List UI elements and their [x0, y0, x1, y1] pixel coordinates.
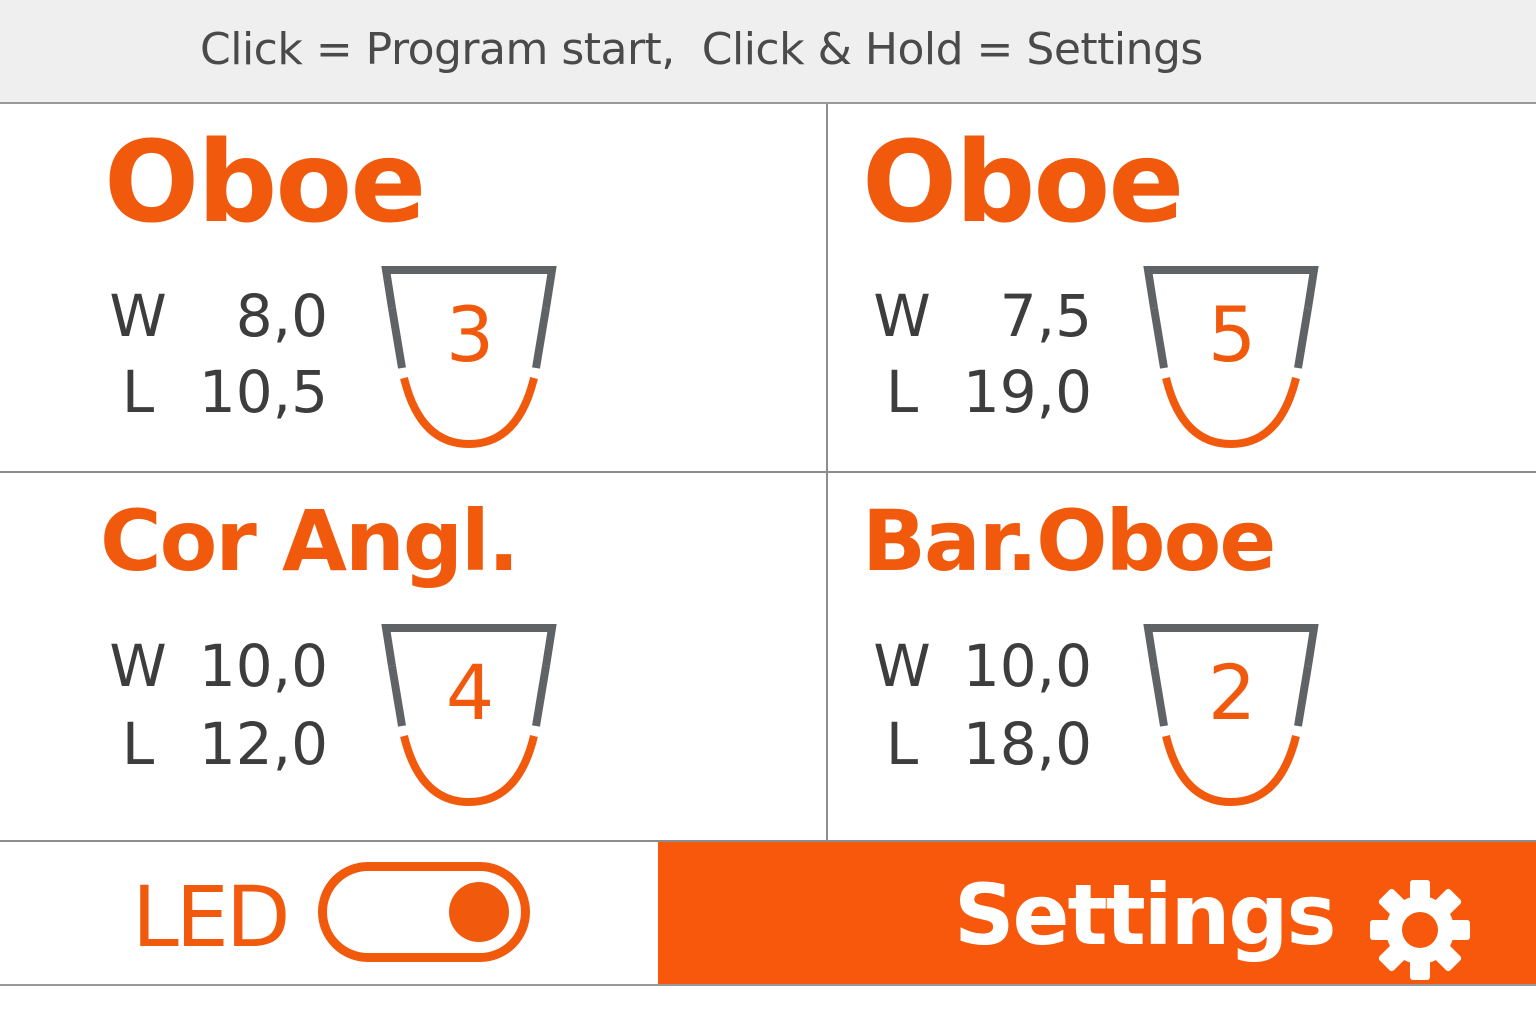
- program-name: Bar.Oboe: [862, 492, 1276, 590]
- length-row: L 18,0: [872, 710, 1102, 780]
- reed-machine-screen: Click = Program start, Click & Hold = Se…: [0, 0, 1536, 1024]
- width-row: W 10,0: [108, 632, 338, 702]
- horizontal-divider: [0, 471, 1536, 473]
- reed-number: 3: [445, 290, 495, 379]
- hint-bar: Click = Program start, Click & Hold = Se…: [0, 0, 1536, 104]
- length-value: 19,0: [962, 358, 1092, 426]
- length-row: L 19,0: [872, 358, 1102, 428]
- settings-button[interactable]: Settings: [658, 842, 1536, 984]
- vertical-divider: [826, 104, 828, 842]
- program-name: Oboe: [104, 118, 426, 248]
- width-value: 10,0: [962, 632, 1092, 700]
- width-row: W 7,5: [872, 282, 1102, 352]
- width-key: W: [873, 632, 931, 700]
- length-key: L: [121, 710, 155, 778]
- width-key: W: [109, 282, 167, 350]
- reed-number: 5: [1207, 290, 1257, 379]
- reed-shape-icon: 3: [380, 262, 560, 452]
- settings-label: Settings: [954, 866, 1336, 964]
- program-name: Oboe: [862, 118, 1184, 248]
- length-key: L: [121, 358, 155, 426]
- width-value: 8,0: [235, 282, 328, 350]
- led-label: LED: [132, 868, 291, 966]
- length-row: L 10,5: [108, 358, 338, 428]
- gear-icon: [1370, 880, 1470, 980]
- led-toggle-switch[interactable]: [318, 862, 530, 962]
- reed-number: 2: [1207, 648, 1257, 737]
- reed-shape-icon: 5: [1142, 262, 1322, 452]
- bottom-border: [0, 984, 1536, 986]
- program-name: Cor Angl.: [100, 492, 520, 590]
- width-row: W 10,0: [872, 632, 1102, 702]
- width-key: W: [873, 282, 931, 350]
- length-value: 10,5: [198, 358, 328, 426]
- reed-shape-icon: 2: [1142, 620, 1322, 810]
- length-row: L 12,0: [108, 710, 338, 780]
- reed-shape-icon: 4: [380, 620, 560, 810]
- hint-text: Click = Program start, Click & Hold = Se…: [200, 24, 1203, 75]
- width-row: W 8,0: [108, 282, 338, 352]
- width-value: 7,5: [999, 282, 1092, 350]
- length-value: 18,0: [962, 710, 1092, 778]
- toggle-knob: [449, 882, 509, 942]
- length-key: L: [885, 358, 919, 426]
- reed-number: 4: [445, 648, 495, 737]
- width-key: W: [109, 632, 167, 700]
- length-key: L: [885, 710, 919, 778]
- length-value: 12,0: [198, 710, 328, 778]
- width-value: 10,0: [198, 632, 328, 700]
